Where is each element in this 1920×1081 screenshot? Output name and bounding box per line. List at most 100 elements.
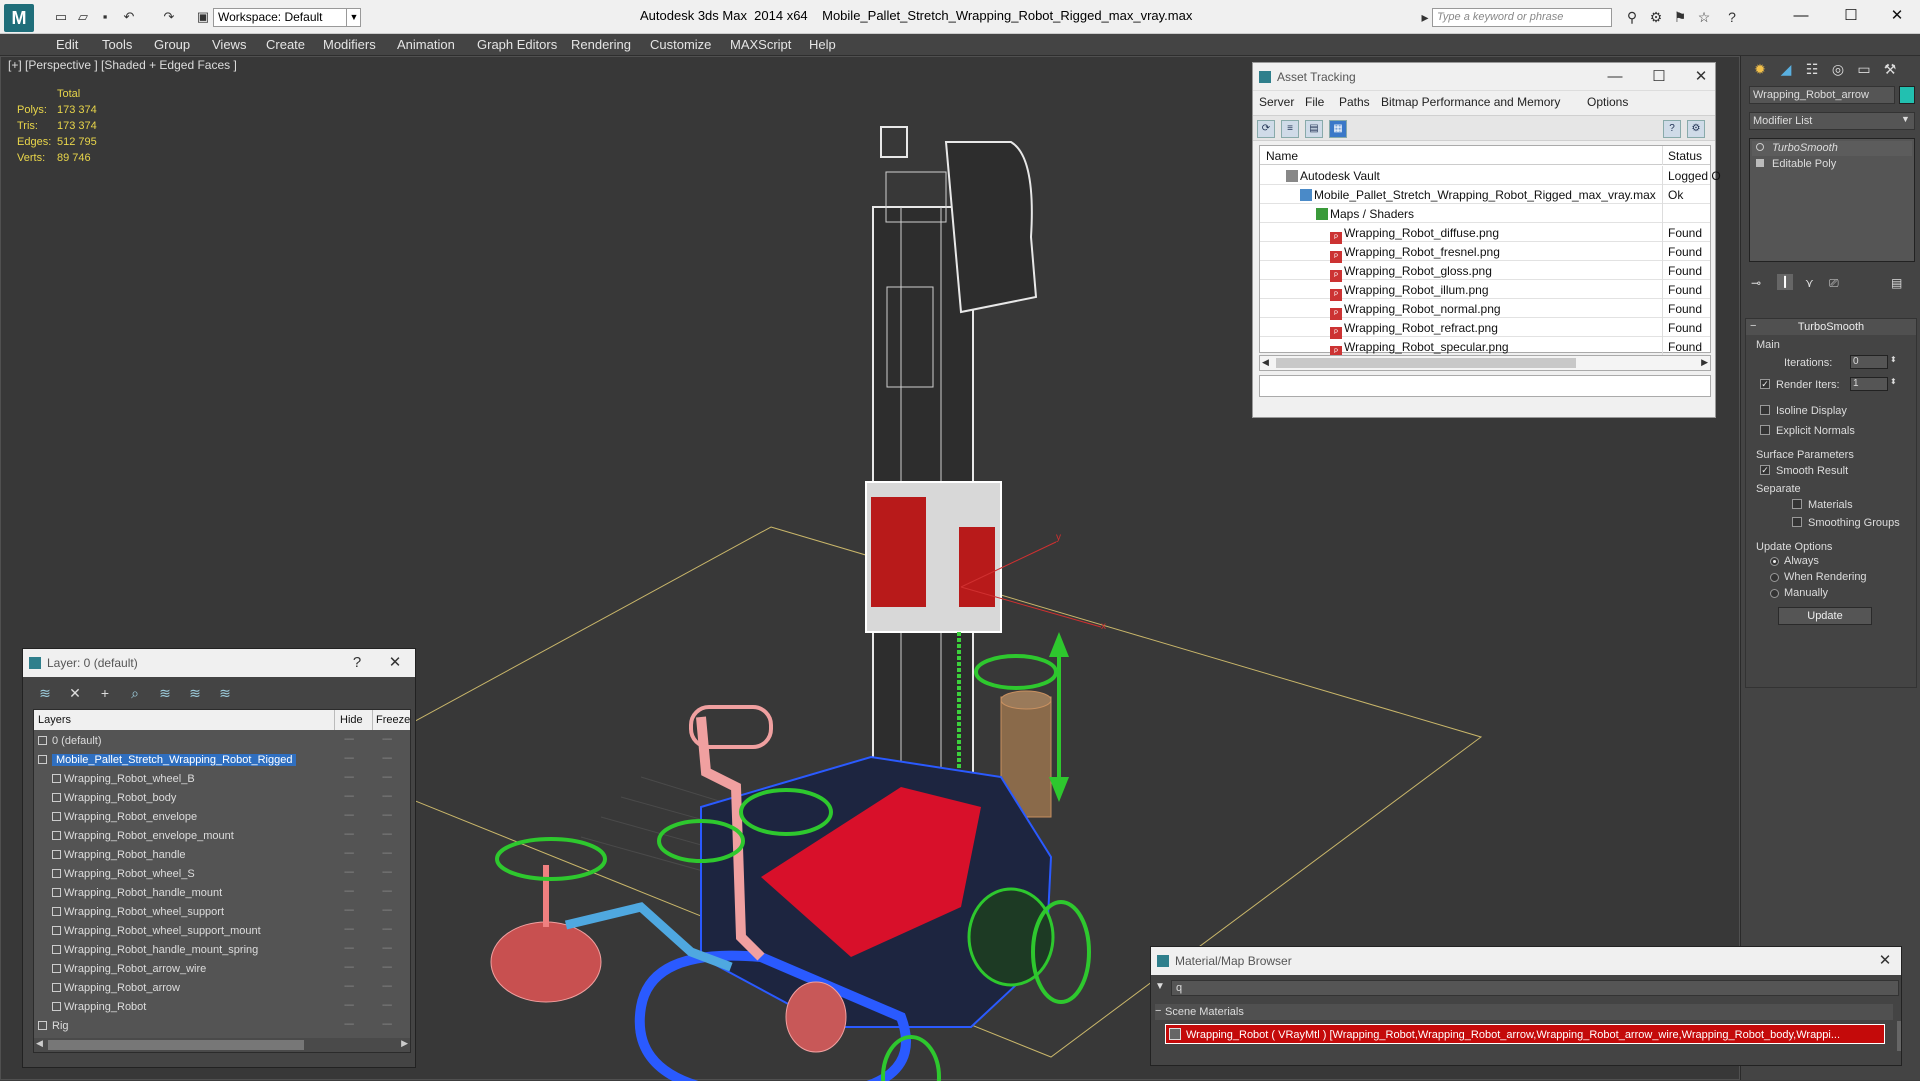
list-item[interactable]: Wrapping_Robot_wheel_support ---- ---- xyxy=(34,903,410,922)
hide-toggle[interactable]: ---- xyxy=(344,772,354,783)
hide-toggle[interactable]: ---- xyxy=(344,867,354,878)
asset-menu-bitmap[interactable]: Bitmap Performance and Memory xyxy=(1381,95,1560,109)
isoline-display-checkbox[interactable] xyxy=(1760,405,1770,415)
spinner-arrows-icon[interactable]: ⬍ xyxy=(1890,377,1897,386)
rollout-collapse-icon[interactable]: − xyxy=(1750,320,1756,332)
freeze-toggle[interactable]: ---- xyxy=(382,848,392,859)
help-icon[interactable]: ? xyxy=(343,649,371,677)
show-end-result-icon[interactable]: ❙ xyxy=(1777,274,1793,290)
menu-animation[interactable]: Animation xyxy=(397,37,455,52)
hide-toggle[interactable]: ---- xyxy=(344,829,354,840)
scroll-left-icon[interactable]: ◀ xyxy=(36,1038,43,1049)
collapse-group-icon[interactable]: − xyxy=(1155,1005,1161,1017)
hide-toggle[interactable]: ---- xyxy=(344,848,354,859)
open-file-icon[interactable]: ▱ xyxy=(74,9,92,25)
minimize-icon[interactable]: — xyxy=(1601,63,1629,91)
freeze-toggle[interactable]: ---- xyxy=(382,791,392,802)
column-freeze[interactable]: Freeze xyxy=(376,714,410,726)
list-item[interactable]: Wrapping_Robot_arrow_wire ---- ---- xyxy=(34,960,410,979)
freeze-toggle[interactable]: ---- xyxy=(382,753,392,764)
maximize-icon[interactable]: ☐ xyxy=(1645,63,1673,91)
remove-modifier-icon[interactable]: ⎚ xyxy=(1829,276,1839,291)
scroll-left-icon[interactable]: ◀ xyxy=(1262,357,1269,368)
detail-view-icon[interactable]: ▤ xyxy=(1305,120,1323,138)
list-item[interactable]: Wrapping_Robot_wheel_S ---- ---- xyxy=(34,865,410,884)
menu-customize[interactable]: Customize xyxy=(650,37,711,52)
create-tab-icon[interactable]: ✹ xyxy=(1749,58,1771,80)
explicit-normals-checkbox[interactable] xyxy=(1760,425,1770,435)
refresh-icon[interactable]: ⟳ xyxy=(1257,120,1275,138)
search-expand-icon[interactable]: ▸ xyxy=(1420,8,1430,26)
list-item[interactable]: Wrapping_Robot_handle_mount_spring ---- --… xyxy=(34,941,410,960)
table-row[interactable]: Autodesk Vault Logged O xyxy=(1260,166,1721,185)
list-item[interactable]: Mobile_Pallet_Stretch_Wrapping_Robot_Rig… xyxy=(34,751,410,770)
close-icon[interactable]: ✕ xyxy=(381,649,409,677)
freeze-all-layers-icon[interactable]: ≋ xyxy=(215,683,235,703)
column-layers[interactable]: Layers xyxy=(38,714,71,726)
scroll-thumb[interactable] xyxy=(1276,358,1576,368)
separate-materials-checkbox[interactable] xyxy=(1792,499,1802,509)
maximize-icon[interactable]: ☐ xyxy=(1828,4,1874,28)
menu-maxscript[interactable]: MAXScript xyxy=(730,37,791,52)
update-when-rendering-radio[interactable] xyxy=(1770,573,1779,582)
stack-item-turbosmooth[interactable]: TurboSmooth xyxy=(1752,141,1912,156)
column-hide[interactable]: Hide xyxy=(340,714,363,726)
delete-layer-icon[interactable]: ✕ xyxy=(65,683,85,703)
table-row[interactable]: P Wrapping_Robot_gloss.png Found xyxy=(1260,261,1710,282)
freeze-toggle[interactable]: ---- xyxy=(382,905,392,916)
menu-edit[interactable]: Edit xyxy=(56,37,78,52)
scroll-right-icon[interactable]: ▶ xyxy=(1701,357,1708,368)
hide-toggle[interactable]: ---- xyxy=(344,943,354,954)
chevron-down-icon[interactable]: ▼ xyxy=(1901,114,1910,124)
freeze-toggle[interactable]: ---- xyxy=(382,943,392,954)
workspace-dropdown[interactable]: Workspace: Default xyxy=(213,8,361,27)
close-icon[interactable]: ✕ xyxy=(1871,947,1899,975)
save-file-icon[interactable]: ▪ xyxy=(96,9,114,25)
pin-stack-icon[interactable]: ⊸ xyxy=(1751,276,1761,290)
table-row[interactable]: P Wrapping_Robot_specular.png Found xyxy=(1260,337,1710,358)
binoculars-icon[interactable]: ⚲ xyxy=(1622,8,1642,26)
subscription-icon[interactable]: ⚙ xyxy=(1646,8,1666,26)
stack-item-editable-poly[interactable]: Editable Poly xyxy=(1752,157,1912,172)
app-logo-icon[interactable]: M xyxy=(4,4,34,32)
menu-modifiers[interactable]: Modifiers xyxy=(323,37,376,52)
hide-toggle[interactable]: ---- xyxy=(344,1000,354,1011)
hide-toggle[interactable]: ---- xyxy=(344,962,354,973)
list-item[interactable]: Wrapping_Robot_arrow ---- ---- xyxy=(34,979,410,998)
list-item[interactable]: Wrapping_Robot_wheel_support_mount ---- --… xyxy=(34,922,410,941)
freeze-toggle[interactable]: ---- xyxy=(382,772,392,783)
menu-rendering[interactable]: Rendering xyxy=(571,37,631,52)
list-item[interactable]: Wrapping_Robot_handle ---- ---- xyxy=(34,846,410,865)
hide-toggle[interactable]: ---- xyxy=(344,753,354,764)
menu-views[interactable]: Views xyxy=(212,37,246,52)
scroll-right-icon[interactable]: ▶ xyxy=(401,1038,408,1049)
project-folder-icon[interactable]: ▣ xyxy=(194,9,212,25)
list-item[interactable]: 0 (default) ---- ---- xyxy=(34,732,410,751)
hide-toggle[interactable]: ---- xyxy=(344,981,354,992)
menu-help[interactable]: Help xyxy=(809,37,836,52)
create-layer-icon[interactable]: ≋ xyxy=(35,683,55,703)
asset-menu-paths[interactable]: Paths xyxy=(1339,95,1370,109)
chevron-down-icon[interactable]: ▼ xyxy=(346,8,361,27)
freeze-toggle[interactable]: ---- xyxy=(382,981,392,992)
table-row[interactable]: P Wrapping_Robot_diffuse.png Found xyxy=(1260,223,1710,244)
utilities-tab-icon[interactable]: ⚒ xyxy=(1879,58,1901,80)
redo-icon[interactable]: ↷ xyxy=(160,9,178,25)
add-to-layer-icon[interactable]: + xyxy=(95,683,115,703)
hide-toggle[interactable]: ---- xyxy=(344,734,354,745)
freeze-toggle[interactable]: ---- xyxy=(382,886,392,897)
minimize-icon[interactable]: — xyxy=(1778,4,1824,28)
select-in-layer-icon[interactable]: ⌕ xyxy=(125,683,145,703)
material-item[interactable]: Wrapping_Robot ( VRayMtl ) [Wrapping_Rob… xyxy=(1165,1024,1885,1044)
freeze-toggle[interactable]: ---- xyxy=(382,1019,392,1030)
menu-tools[interactable]: Tools xyxy=(102,37,132,52)
hide-all-layers-icon[interactable]: ≋ xyxy=(185,683,205,703)
freeze-toggle[interactable]: ---- xyxy=(382,962,392,973)
render-iters-checkbox[interactable]: ✓ xyxy=(1760,379,1770,389)
update-always-radio[interactable] xyxy=(1770,557,1779,566)
hide-toggle[interactable]: ---- xyxy=(344,810,354,821)
undo-icon[interactable]: ↶ xyxy=(120,9,138,25)
communication-icon[interactable]: ⚑ xyxy=(1670,8,1690,26)
list-item[interactable]: Wrapping_Robot_handle_mount ---- ---- xyxy=(34,884,410,903)
smooth-result-checkbox[interactable]: ✓ xyxy=(1760,465,1770,475)
